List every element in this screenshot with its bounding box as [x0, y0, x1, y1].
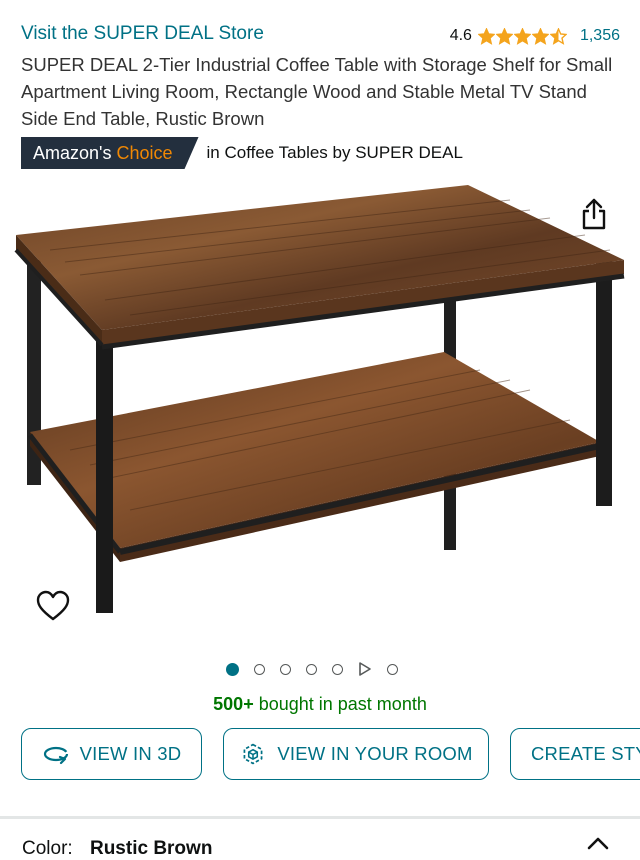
image-carousel-indicator[interactable] [226, 662, 413, 676]
rating-summary[interactable]: 4.6 1,356 [450, 27, 620, 45]
create-style-label: CREATE STY [531, 743, 640, 764]
view-in-your-room-button[interactable]: VIEW IN YOUR ROOM [223, 728, 489, 780]
carousel-dot[interactable] [280, 663, 291, 675]
carousel-dot[interactable] [254, 663, 265, 675]
view-in-3d-label: VIEW IN 3D [79, 743, 182, 764]
ar-cube-icon [243, 743, 263, 765]
chevron-up-icon[interactable] [586, 835, 610, 851]
section-divider [0, 816, 640, 819]
badge-prefix: Amazon's [33, 143, 112, 163]
create-style-button[interactable]: CREATE STY [510, 728, 640, 780]
carousel-dot[interactable] [226, 662, 239, 676]
store-link[interactable]: Visit the SUPER DEAL Store [21, 23, 264, 45]
bought-past-month: 500+ bought in past month [0, 694, 640, 715]
badge-category: in Coffee Tables by SUPER DEAL [206, 143, 463, 162]
star-full-icon [531, 27, 549, 45]
carousel-dot[interactable] [306, 663, 317, 675]
view-in-your-room-label: VIEW IN YOUR ROOM [277, 743, 473, 764]
star-rating [477, 27, 568, 45]
color-value: Rustic Brown [89, 838, 213, 859]
amazons-choice-row: Amazon's Choice in Coffee Tables by SUPE… [21, 137, 463, 169]
view-in-3d-button[interactable]: VIEW IN 3D [21, 728, 202, 780]
bought-count: 500+ [213, 694, 254, 714]
star-full-icon [513, 27, 531, 45]
product-title: SUPER DEAL 2-Tier Industrial Coffee Tabl… [21, 54, 613, 129]
star-full-icon [477, 27, 495, 45]
rating-value: 4.6 [449, 27, 472, 44]
video-play-icon[interactable] [358, 662, 372, 676]
rotate-3d-icon [43, 746, 68, 765]
product-image[interactable] [10, 180, 630, 620]
carousel-dot[interactable] [332, 663, 343, 675]
star-half-icon [549, 27, 567, 45]
review-count-link[interactable]: 1,356 [580, 27, 620, 45]
color-label: Color: [22, 838, 73, 859]
carousel-dot[interactable] [387, 663, 398, 675]
color-variation-row[interactable]: Color: Rustic Brown [22, 838, 212, 860]
badge-highlight: Choice [116, 143, 173, 163]
amazons-choice-badge: Amazon's Choice [21, 137, 199, 169]
heart-icon[interactable] [36, 590, 70, 622]
share-icon[interactable] [578, 197, 610, 231]
bought-label: bought in past month [258, 694, 427, 714]
star-full-icon [495, 27, 513, 45]
